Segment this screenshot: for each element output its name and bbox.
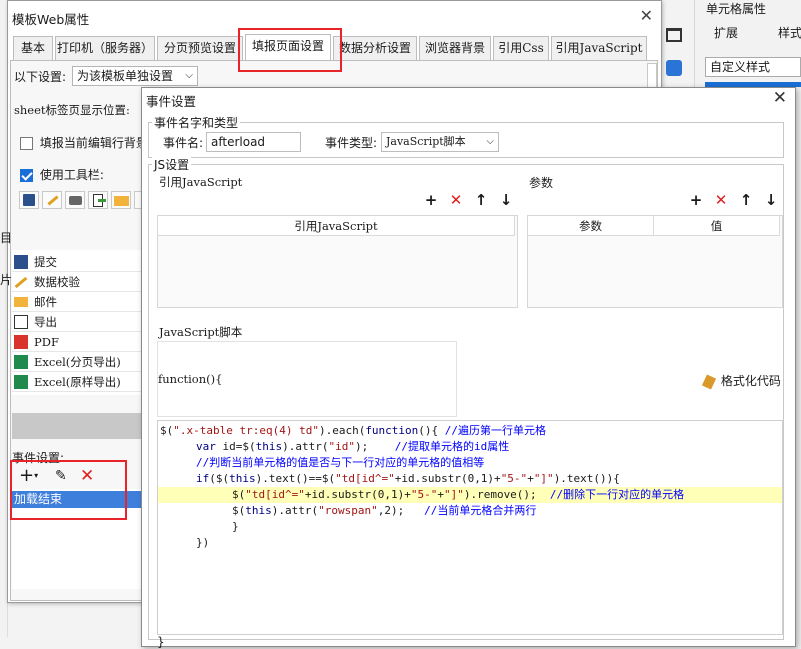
fill-bg-label: 填报当前编辑行背景 (39, 136, 148, 150)
tab-style[interactable]: 样式 (770, 22, 801, 44)
tab-printer[interactable]: 打印机（服务器） (55, 36, 155, 60)
pencil-icon[interactable] (42, 191, 62, 209)
toolbar-item-label: 邮件 (34, 295, 57, 309)
chevron-down-icon: ⌵ (486, 136, 494, 147)
cell-properties-title: 单元格属性 (706, 2, 767, 16)
event-name-label: 事件名: (163, 136, 204, 150)
params-label: 参数 (529, 176, 554, 190)
tab-browser-bg[interactable]: 浏览器背景 (419, 36, 491, 60)
code-line[interactable]: var id=$(this).attr("id"); //提取单元格的id属性 (158, 439, 782, 455)
params-column-header: 参数 (528, 216, 654, 236)
toolbar-item-label: PDF (34, 335, 59, 349)
ref-js-label: 引用JavaScript (159, 175, 243, 189)
tab-ref-javascript[interactable]: 引用JavaScript (551, 36, 647, 60)
arrow-up-icon[interactable]: ↑ (473, 192, 489, 208)
side-letter-1: 目 (0, 231, 13, 245)
settings-select-value: 为该模板单独设置 (77, 69, 174, 83)
export-icon[interactable] (88, 191, 108, 209)
tab-basic[interactable]: 基本 (13, 36, 53, 60)
code-editor[interactable]: $(".x-table tr:eq(4) td").each(function(… (157, 420, 783, 635)
style-select[interactable]: 自定义样式 (705, 57, 801, 77)
tab-page-preview[interactable]: 分页预览设置 (157, 36, 243, 60)
toolbar-item-label: 数据校验 (34, 275, 80, 289)
toolbar-item-label: Excel(原样导出) (34, 375, 121, 389)
fill-bg-option[interactable]: 填报当前编辑行背景 (20, 134, 148, 151)
params-table: 参数 值 (527, 215, 783, 308)
toolbar-item-mail[interactable]: 邮件 (12, 292, 142, 312)
use-toolbar-checkbox[interactable] (20, 169, 33, 182)
arrow-down-icon[interactable]: ↓ (763, 192, 779, 208)
code-line[interactable]: } (158, 519, 782, 535)
js-settings-group-label: JS设置 (152, 156, 192, 173)
toolbar-item-validate[interactable]: 数据校验 (12, 272, 142, 292)
close-icon[interactable]: ✕ (640, 6, 653, 25)
settings-select[interactable]: 为该模板单独设置 ⌵ (72, 66, 198, 86)
event-name-input[interactable]: afterload (206, 132, 301, 152)
close-icon[interactable]: ✕ (773, 88, 787, 108)
toolbar-preview-bar (12, 413, 142, 439)
toolbar-item-label: 导出 (34, 315, 57, 329)
function-header: function(){ (158, 372, 223, 386)
annotation-box-event (10, 460, 127, 520)
code-line[interactable]: if($(this).text()==$("td[id^="+id.substr… (158, 471, 782, 487)
format-code-button[interactable]: 格式化代码 (701, 372, 781, 390)
excel-icon (14, 375, 28, 389)
event-type-select[interactable]: JavaScript脚本 ⌵ (381, 132, 499, 152)
chevron-down-icon: ⌵ (185, 70, 193, 81)
event-settings-dialog: 事件设置 ✕ 事件名字和类型 事件名: afterload 事件类型: Java… (141, 87, 796, 649)
arrow-up-icon[interactable]: ↑ (738, 192, 754, 208)
event-type-label: 事件类型: (325, 136, 378, 150)
use-toolbar-label: 使用工具栏: (39, 168, 104, 182)
pencil-check-icon (14, 276, 28, 289)
toolbar-item-label: Excel(分页导出) (34, 355, 121, 369)
sheet-position-label: sheet标签页显示位置: (14, 103, 130, 117)
value-column-header: 值 (654, 216, 780, 236)
closing-brace: } (157, 635, 165, 649)
export-icon (14, 315, 28, 329)
mail-icon (14, 297, 28, 307)
code-line[interactable]: }) (158, 535, 782, 551)
delete-icon[interactable]: ✕ (448, 192, 464, 208)
toolbar-item-excel-paged[interactable]: Excel(分页导出) (12, 352, 142, 372)
use-toolbar-option[interactable]: 使用工具栏: (20, 166, 104, 183)
tab-ref-css[interactable]: 引用Css (493, 36, 549, 60)
ref-js-column-header: 引用JavaScript (158, 216, 515, 236)
code-line[interactable]: $(this).attr("rowspan",2); //当前单元格合并两行 (158, 503, 782, 519)
save-icon (14, 255, 28, 269)
broom-icon (701, 373, 717, 390)
toolbar-item-export[interactable]: 导出 (12, 312, 142, 332)
name-type-group-label: 事件名字和类型 (152, 114, 241, 131)
code-line[interactable]: //判断当前单元格的值是否与下一行对应的单元格的值相等 (158, 455, 782, 471)
format-code-label: 格式化代码 (720, 374, 781, 388)
script-label: JavaScript脚本 (159, 325, 243, 339)
fill-bg-checkbox[interactable] (20, 137, 33, 150)
save-icon[interactable] (19, 191, 39, 209)
excel-icon (14, 355, 28, 369)
settings-label: 以下设置: (14, 70, 67, 84)
grid-icon[interactable] (666, 60, 682, 76)
window-title: 模板Web属性 (12, 12, 90, 27)
event-type-value: JavaScript脚本 (386, 135, 466, 148)
add-icon[interactable]: + (423, 192, 439, 208)
layout-icon[interactable] (666, 28, 682, 42)
annotation-box-tab (238, 28, 342, 72)
add-icon[interactable]: + (688, 192, 704, 208)
mail-icon[interactable] (111, 191, 131, 209)
toolbar-item-submit[interactable]: 提交 (12, 252, 142, 272)
ref-js-table: 引用JavaScript (157, 215, 518, 308)
code-line[interactable]: $(".x-table tr:eq(4) td").each(function(… (158, 423, 782, 439)
dialog-title: 事件设置 (146, 94, 197, 109)
toolbar-item-label: 提交 (34, 255, 57, 269)
tab-data-analysis[interactable]: 数据分析设置 (333, 36, 417, 60)
side-letter-2: 片 (0, 273, 13, 287)
code-line[interactable]: $("td[id^="+id.substr(0,1)+"5-"+"]").rem… (158, 487, 782, 503)
arrow-down-icon[interactable]: ↓ (498, 192, 514, 208)
tab-extend[interactable]: 扩展 (706, 22, 746, 44)
delete-icon[interactable]: ✕ (713, 192, 729, 208)
toolbar-item-pdf[interactable]: PDF (12, 332, 142, 352)
toolbar-item-excel-original[interactable]: Excel(原样导出) (12, 372, 142, 392)
printer-icon[interactable] (65, 191, 85, 209)
pdf-icon (14, 335, 28, 349)
